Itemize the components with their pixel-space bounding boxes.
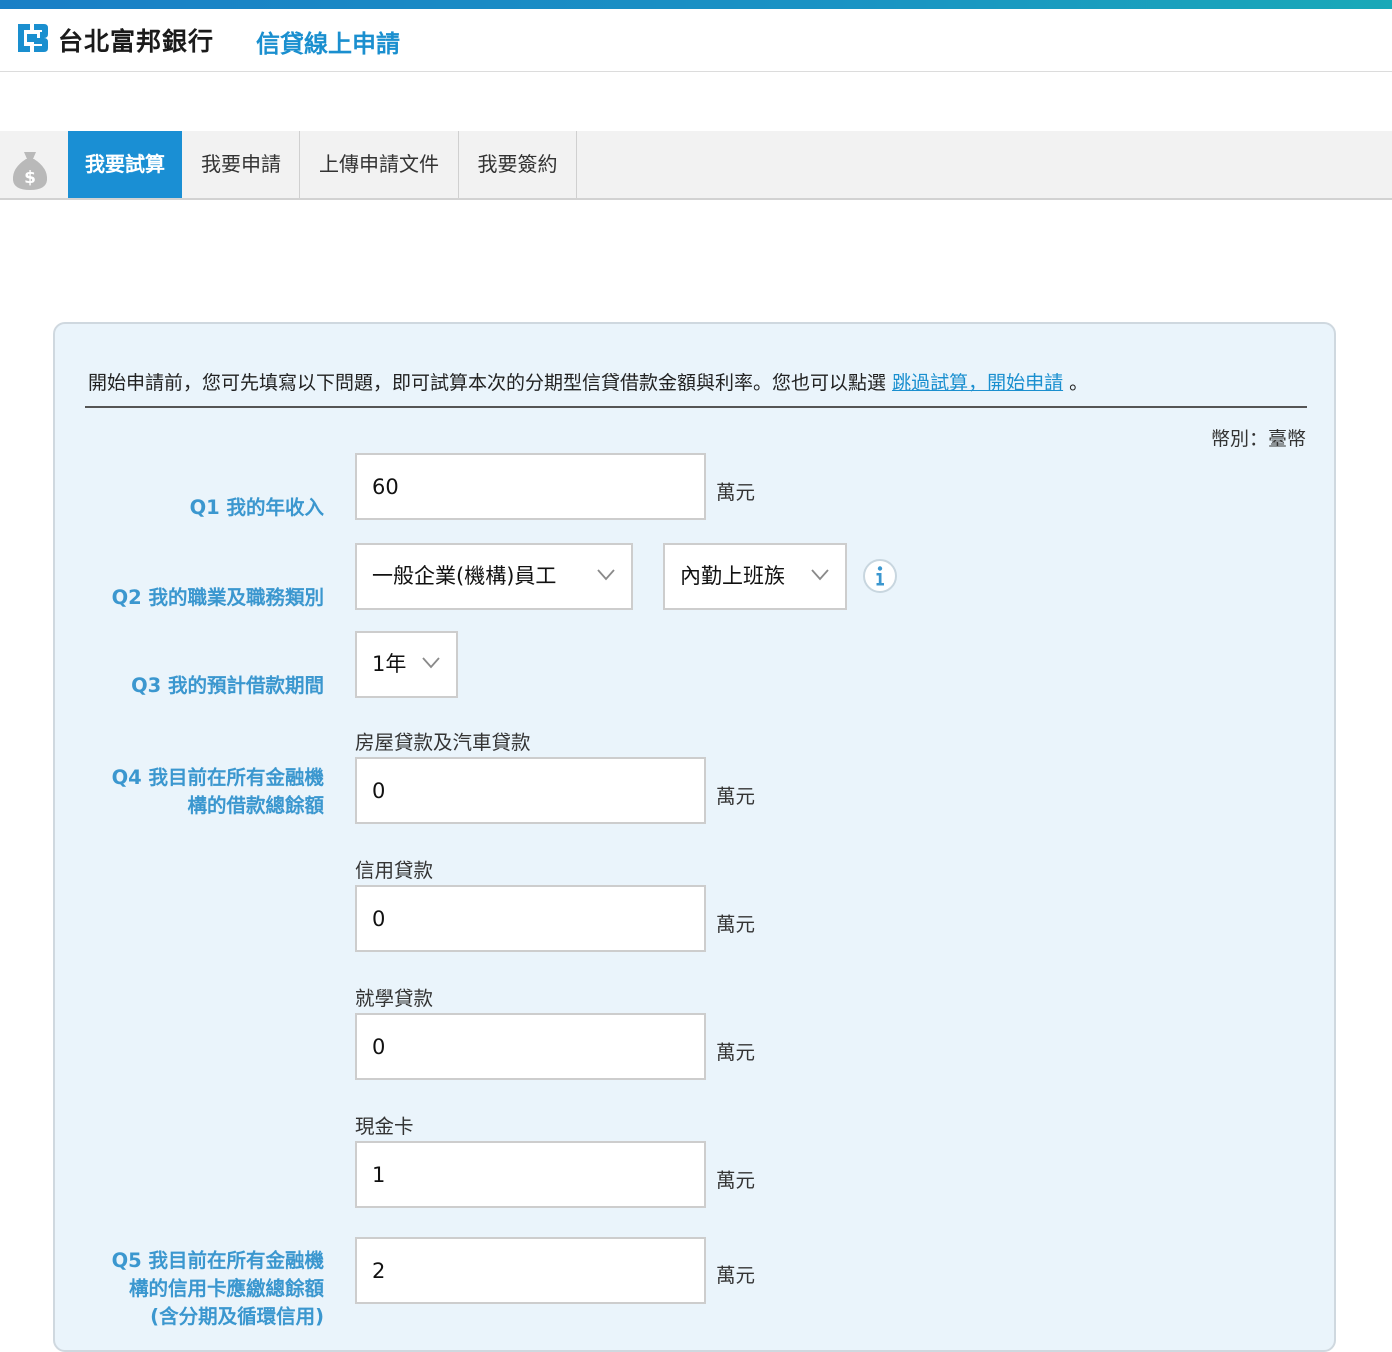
cash-card-label: 現金卡 xyxy=(355,1115,414,1138)
q4-label-line2: 構的借款總餘額 xyxy=(187,794,324,817)
credit-loan-field[interactable] xyxy=(355,885,706,952)
top-accent-bar xyxy=(0,0,1392,9)
annual-income-input[interactable] xyxy=(357,455,704,518)
cash-card-input[interactable] xyxy=(357,1143,704,1206)
intro-divider xyxy=(85,406,1307,408)
tab-upload-documents[interactable]: 上傳申請文件 xyxy=(300,131,459,198)
occupation-select[interactable]: 一般企業(機構)員工 xyxy=(355,543,633,610)
annual-income-field[interactable] xyxy=(355,453,706,520)
credit-loan-input[interactable] xyxy=(357,887,704,950)
q4-label-line1: Q4 我目前在所有金融機 xyxy=(111,766,324,789)
job-type-select[interactable]: 內勤上班族 xyxy=(663,543,847,610)
fubon-logo-icon[interactable] xyxy=(14,20,50,56)
mortgage-auto-loan-field[interactable] xyxy=(355,757,706,824)
cash-card-field[interactable] xyxy=(355,1141,706,1208)
tab-sign-contract[interactable]: 我要簽約 xyxy=(459,131,577,198)
q3-label: Q3 我的預計借款期間 xyxy=(131,674,324,697)
intro-text: 開始申請前，您可先填寫以下問題，即可試算本次的分期型信貸借款金額與利率。您也可以… xyxy=(88,368,1088,395)
q5-label-line3: (含分期及循環信用) xyxy=(150,1305,324,1328)
q5-label: Q5 我目前在所有金融機 構的信用卡應繳總餘額 (含分期及循環信用) xyxy=(112,1247,324,1331)
unit-label: 萬元 xyxy=(716,481,756,504)
intro-text-after: 。 xyxy=(1069,372,1089,394)
currency-label: 幣別：臺幣 xyxy=(1210,428,1306,450)
student-loan-field[interactable] xyxy=(355,1013,706,1080)
bank-name: 台北富邦銀行 xyxy=(58,27,215,56)
chevron-down-icon xyxy=(422,657,440,669)
unit-label: 萬元 xyxy=(716,1169,756,1192)
loan-period-value: 1年 xyxy=(372,652,407,676)
credit-loan-label: 信用貸款 xyxy=(355,859,434,882)
skip-calculation-link[interactable]: 跳過試算，開始申請 xyxy=(892,372,1063,394)
chevron-down-icon xyxy=(597,569,615,581)
mortgage-auto-loan-input[interactable] xyxy=(357,759,704,822)
svg-text:$: $ xyxy=(24,168,36,188)
job-type-value: 內勤上班族 xyxy=(680,564,785,588)
student-loan-label: 就學貸款 xyxy=(355,987,434,1010)
unit-label: 萬元 xyxy=(716,1264,756,1287)
unit-label: 萬元 xyxy=(716,1041,756,1064)
tab-apply[interactable]: 我要申請 xyxy=(183,131,300,198)
unit-label: 萬元 xyxy=(716,785,756,808)
student-loan-input[interactable] xyxy=(357,1015,704,1078)
info-icon[interactable] xyxy=(862,558,898,594)
service-name: 信貸線上申請 xyxy=(256,30,400,58)
unit-label: 萬元 xyxy=(716,913,756,936)
loan-period-select[interactable]: 1年 xyxy=(355,631,458,698)
money-bag-icon: $ xyxy=(12,152,48,190)
mortgage-auto-loan-label: 房屋貸款及汽車貸款 xyxy=(355,731,531,754)
occupation-value: 一般企業(機構)員工 xyxy=(372,564,557,588)
q5-label-line2: 構的信用卡應繳總餘額 xyxy=(128,1277,324,1300)
q5-label-line1: Q5 我目前在所有金融機 xyxy=(111,1249,324,1272)
credit-card-balance-field[interactable] xyxy=(355,1237,706,1304)
intro-text-before: 開始申請前，您可先填寫以下問題，即可試算本次的分期型信貸借款金額與利率。您也可以… xyxy=(88,372,887,394)
credit-card-balance-input[interactable] xyxy=(357,1239,704,1302)
q4-label: Q4 我目前在所有金融機 構的借款總餘額 xyxy=(112,764,324,820)
tab-calculate[interactable]: 我要試算 xyxy=(68,131,182,198)
chevron-down-icon xyxy=(811,569,829,581)
q1-label: Q1 我的年收入 xyxy=(189,496,324,519)
q2-label: Q2 我的職業及職務類別 xyxy=(111,586,324,609)
